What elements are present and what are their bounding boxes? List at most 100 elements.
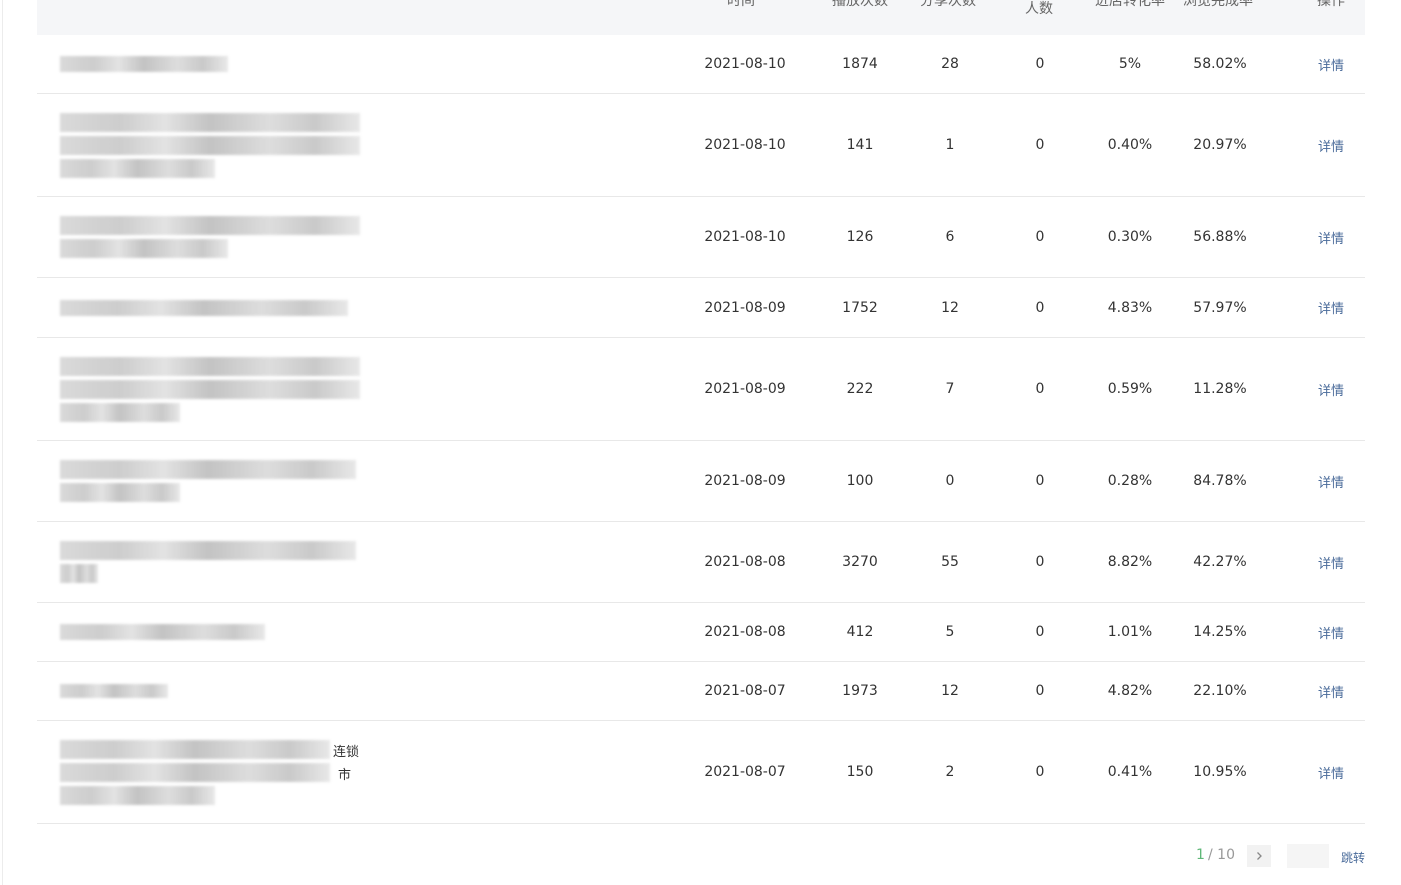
cell-date: 2021-08-10: [704, 56, 786, 72]
cell-shares: 12: [941, 683, 959, 699]
detail-link[interactable]: 详情: [1318, 623, 1344, 642]
blurred-text: [60, 56, 228, 72]
cell-plays: 141: [846, 137, 874, 153]
cell-rate2: 84.78%: [1193, 473, 1247, 489]
blurred-text: [60, 239, 228, 258]
current-page: 1: [1196, 847, 1205, 863]
cell-people: 0: [1035, 229, 1045, 245]
cell-rate1: 0.28%: [1107, 473, 1153, 489]
cell-date: 2021-08-09: [704, 473, 786, 489]
cell-people: 0: [1035, 299, 1045, 316]
cell-people: 0: [1035, 381, 1045, 397]
video-name-blurred: [60, 441, 362, 521]
detail-link[interactable]: 详情: [1318, 763, 1344, 782]
cell-plays: 100: [846, 473, 874, 489]
jump-button[interactable]: 跳转: [1341, 849, 1365, 866]
cell-rate2: 20.97%: [1193, 137, 1247, 153]
cell-shares: 0: [945, 473, 955, 489]
cell-shares: 1: [945, 137, 955, 153]
detail-link[interactable]: 详情: [1318, 380, 1344, 399]
header-time: 时间: [727, 0, 755, 9]
cell-plays: 150: [846, 764, 874, 780]
cell-date: 2021-08-08: [704, 554, 786, 570]
cell-shares: 28: [941, 56, 959, 72]
header-rate2: 浏览完成率: [1183, 0, 1253, 9]
header-plays: 播放次数: [832, 0, 888, 9]
video-name-blurred: [60, 197, 362, 277]
cell-date: 2021-08-10: [704, 137, 786, 153]
blurred-text: [60, 564, 98, 583]
detail-link[interactable]: 详情: [1318, 472, 1344, 491]
blurred-text: [60, 356, 360, 376]
table-row: 2021-08-07 1973 12 0 4.82% 22.10% 详情: [37, 662, 1365, 721]
cell-shares: 7: [945, 381, 955, 397]
cell-plays: 222: [846, 381, 874, 397]
table-row: 2021-08-10 126 6 0 0.30% 56.88% 详情: [37, 197, 1365, 278]
blurred-text: [60, 402, 180, 422]
detail-link[interactable]: 详情: [1318, 55, 1344, 74]
cell-date: 2021-08-07: [704, 764, 786, 780]
detail-link[interactable]: 详情: [1318, 136, 1344, 155]
cell-shares: 2: [945, 764, 955, 780]
header-action: 操作: [1317, 0, 1345, 9]
cell-shares: 6: [945, 229, 955, 245]
cell-date: 2021-08-09: [704, 299, 786, 316]
table-row: 2021-08-08 3270 55 0 8.82% 42.27% 详情: [37, 522, 1365, 603]
detail-link-cell: 详情: [1311, 197, 1351, 277]
video-name-blurred: [60, 603, 362, 661]
video-name-blurred: [60, 338, 362, 440]
detail-link[interactable]: 详情: [1318, 298, 1344, 317]
header-shares: 分享次数: [920, 0, 976, 9]
blurred-text: [60, 299, 348, 316]
cell-rate1: 4.82%: [1107, 683, 1153, 699]
detail-link-cell: 详情: [1311, 721, 1351, 823]
page-jump-input[interactable]: [1287, 844, 1329, 868]
cell-rate1: 0.41%: [1107, 764, 1153, 780]
cell-plays: 1752: [842, 299, 878, 316]
video-name-visible-text: 市: [338, 768, 352, 783]
cell-date: 2021-08-10: [704, 229, 786, 245]
cell-rate2: 10.95%: [1193, 764, 1247, 780]
blurred-text: [60, 624, 265, 640]
video-stats-table: 时间 播放次数 分享次数 人数 进店转化率 浏览完成率 操作 2021-08-1…: [37, 0, 1365, 824]
blurred-text: [60, 460, 356, 479]
table-row: 2021-08-10 1874 28 0 5% 58.02% 详情: [37, 35, 1365, 94]
blurred-text: [60, 541, 356, 560]
table-row: 2021-08-09 1752 12 0 4.83% 57.97% 详情: [37, 278, 1365, 338]
cell-people: 0: [1035, 554, 1045, 570]
cell-date: 2021-08-07: [704, 683, 786, 699]
cell-shares: 12: [941, 299, 959, 316]
video-name-blurred: [60, 35, 362, 93]
chevron-right-icon: [1257, 852, 1262, 860]
video-name-blurred: [60, 522, 362, 602]
detail-link-cell: 详情: [1311, 35, 1351, 93]
detail-link-cell: 详情: [1311, 603, 1351, 661]
pagination: 1 / 10 跳转: [1190, 843, 1366, 869]
detail-link-cell: 详情: [1311, 94, 1351, 196]
detail-link-cell: 详情: [1311, 441, 1351, 521]
detail-link[interactable]: 详情: [1318, 682, 1344, 701]
table-row: 连锁 市 2021-08-07 150 2 0 0.41% 10.95% 详情: [37, 721, 1365, 824]
video-name-blurred: [60, 278, 362, 337]
blurred-text: [60, 216, 360, 235]
detail-link-cell: 详情: [1311, 662, 1351, 720]
cell-date: 2021-08-09: [704, 381, 786, 397]
cell-rate1: 8.82%: [1107, 554, 1153, 570]
detail-link[interactable]: 详情: [1318, 553, 1344, 572]
detail-link-cell: 详情: [1311, 278, 1351, 337]
cell-rate1: 4.83%: [1107, 299, 1153, 316]
table-row: 2021-08-09 100 0 0 0.28% 84.78% 详情: [37, 441, 1365, 522]
cell-date: 2021-08-08: [704, 624, 786, 640]
cell-rate2: 57.97%: [1193, 299, 1247, 316]
blurred-text: [60, 158, 215, 178]
cell-plays: 412: [846, 624, 874, 640]
detail-link-cell: 详情: [1311, 338, 1351, 440]
next-page-button[interactable]: [1247, 845, 1271, 867]
cell-people: 0: [1035, 473, 1045, 489]
cell-rate2: 11.28%: [1193, 381, 1247, 397]
blurred-text: [60, 684, 168, 698]
blurred-text: [60, 379, 360, 399]
cell-rate1: 0.40%: [1107, 137, 1153, 153]
detail-link[interactable]: 详情: [1318, 228, 1344, 247]
table-row: 2021-08-08 412 5 0 1.01% 14.25% 详情: [37, 603, 1365, 662]
